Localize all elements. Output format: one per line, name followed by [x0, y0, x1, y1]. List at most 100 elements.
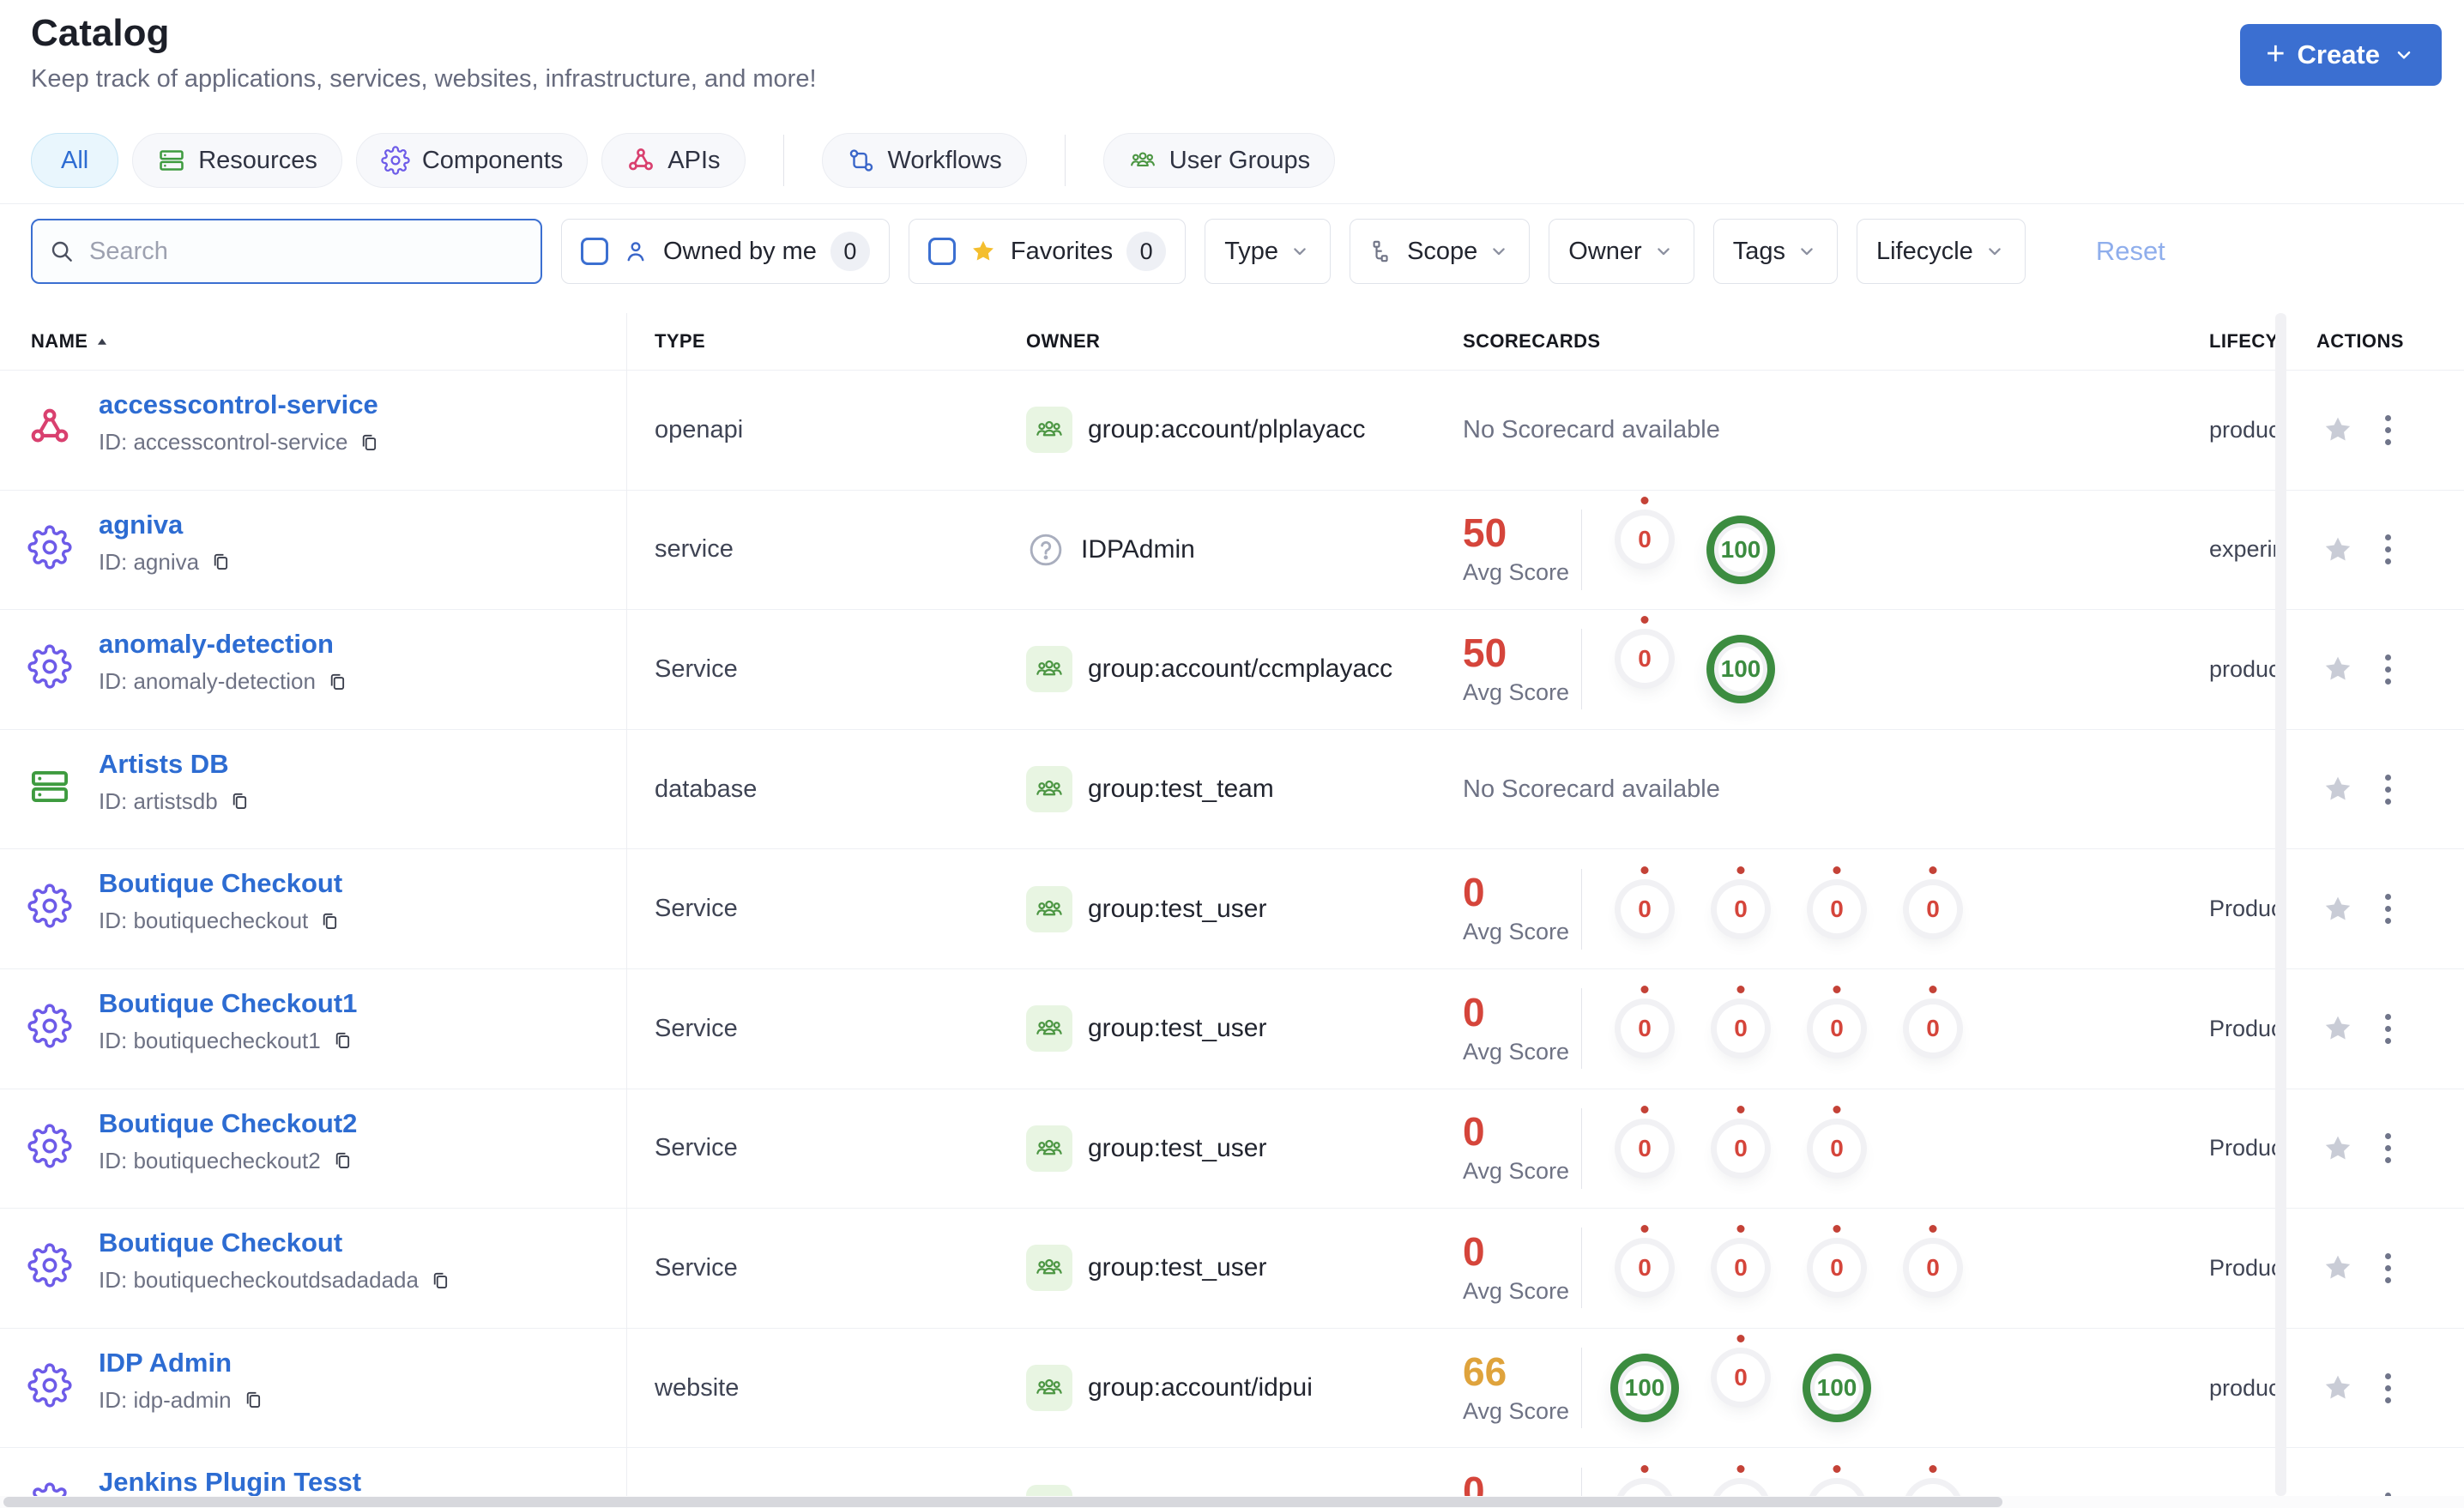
scorecard-badge-value: 100	[1720, 535, 1761, 563]
favorite-star-icon[interactable]	[2322, 1012, 2354, 1045]
lifecycle-dropdown[interactable]: Lifecycle	[1856, 219, 2026, 284]
tab-all[interactable]: All	[31, 133, 119, 188]
tab-label: Workflows	[887, 146, 1002, 174]
favorite-star-icon[interactable]	[2322, 1372, 2354, 1404]
table-header: NAME TYPE OWNER SCORECARDS LIFECYC ACTIO…	[0, 313, 2464, 370]
copy-icon[interactable]	[209, 551, 232, 573]
copy-icon[interactable]	[228, 790, 251, 812]
copy-icon[interactable]	[318, 910, 341, 932]
kebab-menu-icon[interactable]	[2380, 769, 2396, 810]
favorite-star-icon[interactable]	[2322, 773, 2354, 805]
scorecard-badge-value: 0	[1830, 1134, 1844, 1161]
owner-dropdown[interactable]: Owner	[1549, 219, 1694, 284]
type-dropdown[interactable]: Type	[1205, 219, 1332, 284]
avg-score-value: 0	[1463, 870, 1485, 915]
entity-name-link[interactable]: Boutique Checkout	[99, 868, 342, 899]
entity-name-link[interactable]: Boutique Checkout1	[99, 988, 357, 1019]
tab-apis[interactable]: APIs	[601, 133, 746, 188]
kebab-menu-icon[interactable]	[2380, 1487, 2396, 1496]
favorite-star-icon[interactable]	[2322, 1252, 2354, 1284]
kebab-menu-icon[interactable]	[2380, 529, 2396, 570]
entity-name-link[interactable]: Jenkins Plugin Tesst	[99, 1467, 361, 1496]
search-input[interactable]	[88, 236, 525, 267]
column-header-lifecycle[interactable]: LIFECYC	[2209, 330, 2278, 353]
column-header-type[interactable]: TYPE	[655, 330, 705, 353]
chevron-down-icon	[2392, 43, 2416, 67]
lifecycle-cell: produc	[2209, 655, 2278, 682]
entity-name-link[interactable]: Boutique Checkout2	[99, 1108, 357, 1139]
scorecard-badge-value: 0	[1830, 895, 1844, 922]
scorecard-badge-value: 0	[1638, 1254, 1652, 1282]
scorecard-badge-value: 0	[1926, 1015, 1940, 1042]
score-divider	[1581, 509, 1582, 590]
column-header-owner[interactable]: OWNER	[1026, 330, 1100, 353]
favorite-star-icon[interactable]	[2322, 1132, 2354, 1165]
scorecards-cell: No Scorecard available	[1463, 371, 2275, 490]
scorecard-badge: 0	[1717, 1354, 1765, 1402]
favorites-checkbox[interactable]	[927, 238, 956, 265]
database-icon	[27, 764, 72, 809]
group-icon	[1026, 646, 1072, 693]
database-icon	[157, 146, 186, 175]
scorecards-cell: 50 Avg Score 0 100	[1463, 610, 2275, 729]
owned-by-me-count: 0	[830, 232, 870, 271]
tab-workflows[interactable]: Workflows	[821, 133, 1027, 188]
kebab-menu-icon[interactable]	[2380, 410, 2396, 450]
tab-resources[interactable]: Resources	[132, 133, 342, 188]
kebab-menu-icon[interactable]	[2380, 1368, 2396, 1408]
kebab-menu-icon[interactable]	[2380, 1128, 2396, 1168]
tab-user-groups[interactable]: User Groups	[1102, 133, 1336, 188]
type-cell: service	[655, 535, 734, 564]
copy-icon[interactable]	[331, 1149, 353, 1172]
kebab-menu-icon[interactable]	[2380, 649, 2396, 690]
copy-icon[interactable]	[331, 1029, 353, 1052]
horizontal-scrollbar[interactable]	[0, 1496, 2464, 1508]
table-row: IDP Admin ID: idp-admin website group:accou…	[0, 1327, 2464, 1448]
vertical-scrollbar[interactable]	[2275, 313, 2286, 1496]
column-header-scorecards[interactable]: SCORECARDS	[1463, 330, 1600, 353]
scope-dropdown[interactable]: Scope	[1350, 219, 1531, 284]
entity-name-link[interactable]: IDP Admin	[99, 1348, 232, 1378]
entity-name-link[interactable]: Boutique Checkout	[99, 1228, 342, 1258]
kebab-menu-icon[interactable]	[2380, 1248, 2396, 1288]
column-header-name[interactable]: NAME	[31, 330, 108, 353]
name-cell: agniva ID: agniva	[99, 510, 232, 576]
entity-name-link[interactable]: Artists DB	[99, 749, 229, 780]
copy-icon[interactable]	[242, 1389, 264, 1411]
lifecycle-cell: Produc	[2209, 896, 2278, 922]
scorecard-badge: 0	[1621, 635, 1669, 684]
lifecycle-cell: produc	[2209, 1374, 2278, 1401]
kebab-menu-icon[interactable]	[2380, 1009, 2396, 1049]
scorecard-badge: 0	[1717, 1483, 1765, 1496]
avg-score-label: Avg Score	[1463, 1397, 1570, 1424]
owned-by-me-checkbox[interactable]	[581, 238, 608, 265]
favorites-label: Favorites	[1010, 237, 1114, 265]
kebab-menu-icon[interactable]	[2380, 889, 2396, 929]
horizontal-scrollbar-thumb[interactable]	[3, 1497, 2002, 1507]
owner-cell: group:test_user	[1026, 849, 1266, 968]
favorite-star-icon[interactable]	[2322, 413, 2354, 446]
page-header: Catalog Keep track of applications, serv…	[0, 0, 2464, 112]
owned-by-me-filter[interactable]: Owned by me 0	[561, 219, 890, 284]
actions-cell	[2322, 491, 2396, 610]
tab-components[interactable]: Components	[355, 133, 589, 188]
favorite-star-icon[interactable]	[2322, 653, 2354, 685]
score-divider	[1581, 1348, 1582, 1429]
avg-score-label: Avg Score	[1463, 1277, 1570, 1304]
favorite-star-icon[interactable]	[2322, 534, 2354, 566]
copy-icon[interactable]	[326, 671, 348, 693]
entity-name-link[interactable]: accesscontrol-service	[99, 389, 378, 420]
copy-icon[interactable]	[358, 431, 380, 454]
reset-button[interactable]: Reset	[2091, 235, 2171, 268]
copy-icon[interactable]	[429, 1270, 451, 1292]
entity-name-link[interactable]: anomaly-detection	[99, 629, 334, 660]
create-button[interactable]: + Create	[2240, 24, 2442, 86]
entity-name-link[interactable]: agniva	[99, 510, 183, 540]
score-divider	[1581, 629, 1582, 710]
tags-dropdown[interactable]: Tags	[1712, 219, 1838, 284]
favorites-filter[interactable]: Favorites 0	[908, 219, 1187, 284]
scorecard-badge: 0	[1717, 1244, 1765, 1293]
actions-cell	[2322, 1209, 2396, 1328]
name-cell: Artists DB ID: artistsdb	[99, 749, 251, 815]
favorite-star-icon[interactable]	[2322, 893, 2354, 926]
